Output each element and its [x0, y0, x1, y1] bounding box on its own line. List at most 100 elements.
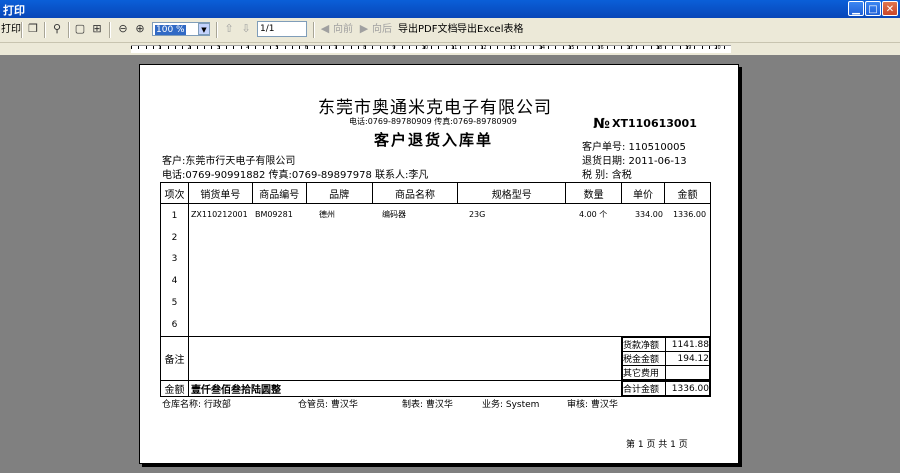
arrow-up-icon[interactable]: ⇧: [222, 22, 236, 36]
brand: 德州: [318, 210, 335, 219]
ruler-number: 3: [216, 45, 220, 51]
export-pdf-button[interactable]: 导出PDF文档: [398, 22, 457, 38]
ruler-tick: [665, 46, 667, 49]
ruler-tick: [240, 46, 242, 49]
ruler-number: 9: [392, 45, 396, 51]
amount: 1336.00: [672, 210, 707, 219]
ruler-tick: [167, 46, 169, 49]
summary-line: 其它费用: [622, 365, 711, 381]
ruler-tick: [474, 46, 476, 49]
ruler-tick: [518, 46, 520, 49]
ruler-tick: [372, 46, 374, 49]
forward-arrow-icon[interactable]: ▶: [357, 22, 371, 36]
ruler-tick: [650, 46, 652, 49]
ruler-number: 16: [597, 45, 604, 51]
ruler-number: 19: [685, 45, 692, 51]
ruler-tick: [350, 46, 352, 49]
ruler-tick: [489, 46, 491, 49]
ruler-tick: [174, 46, 176, 49]
ruler-tick: [460, 46, 462, 49]
ruler-number: 7: [333, 45, 338, 51]
multi-page-icon[interactable]: ⊞: [90, 22, 104, 36]
ruler-tick: [401, 46, 403, 49]
close-button[interactable]: ✕: [882, 1, 898, 16]
ruler-number: 5: [275, 45, 279, 51]
print-button[interactable]: 打印: [1, 22, 21, 38]
ruler-tick: [562, 46, 564, 49]
row-no: 6: [171, 319, 178, 330]
row-no: 1: [171, 211, 178, 221]
row-area: ZX110212001 BM09281 德州 编码器 23G 4.00 个 33…: [187, 202, 712, 338]
ruler-tick: [416, 46, 418, 49]
zoom-in-icon[interactable]: ⊕: [133, 22, 147, 36]
summary-label: 货款净额: [622, 337, 666, 353]
item-name: 编码器: [381, 210, 406, 219]
ruler-tick: [438, 46, 440, 49]
arrow-down-icon[interactable]: ⇩: [239, 22, 253, 36]
ruler-tick: [672, 46, 674, 49]
header-cell: 单价: [621, 182, 665, 204]
number-symbol: №: [593, 116, 610, 132]
ruler-number: 14: [538, 45, 546, 51]
row-no: 2: [171, 232, 178, 243]
ruler-number: 2: [187, 45, 191, 51]
ruler-tick: [591, 46, 593, 49]
back-arrow-icon[interactable]: ◀: [318, 22, 332, 36]
export-excel-button[interactable]: 导出Excel表格: [457, 22, 524, 38]
sales-no: ZX110212001: [190, 210, 248, 219]
table-body: 1 2 3 4 5 6 ZX110212001 BM09281 德州 编码器 2…: [160, 202, 712, 338]
ruler-number: 11: [450, 45, 458, 51]
ruler-tick: [723, 46, 725, 49]
summary-line: 税金金额 194.12: [622, 351, 711, 367]
ruler-tick: [694, 46, 696, 49]
ruler-tick: [709, 46, 711, 49]
maximize-button[interactable]: □: [865, 1, 881, 16]
summary-value: 194.12: [664, 351, 711, 367]
header-cell: 数量: [565, 182, 623, 204]
ruler-tick: [533, 46, 535, 49]
ruler-tick: [262, 46, 264, 49]
quantity: 4.00 个: [578, 210, 608, 219]
next-button[interactable]: 向后: [372, 22, 392, 38]
summary-label: 其它费用: [622, 365, 666, 381]
header-cell: 商品编号: [251, 182, 307, 204]
binoculars-icon[interactable]: ⚲: [50, 22, 64, 36]
unit-price: 334.00: [634, 210, 663, 219]
ruler-tick: [548, 46, 550, 49]
single-page-icon[interactable]: ▢: [73, 22, 87, 36]
copy-icon[interactable]: ❐: [26, 22, 40, 36]
minimize-button[interactable]: ▁: [848, 1, 864, 16]
ruler-tick: [357, 46, 359, 49]
ruler-tick: [196, 46, 198, 49]
customer-name: 客户:东莞市行天电子有限公司: [162, 156, 296, 167]
ruler-tick: [182, 46, 184, 49]
items-table: 项次 销货单号 商品编号 品牌 商品名称 规格型号 数量 单价 金额 1 2 3…: [160, 182, 712, 398]
page-input[interactable]: 1/1: [257, 21, 307, 37]
summary-label: 税金金额: [622, 351, 666, 367]
ruler-tick: [445, 46, 447, 49]
company-contact: 电话:0769-89780909 传真:0769-89780909: [349, 117, 517, 126]
prev-button[interactable]: 向前: [333, 22, 353, 38]
ruler-tick: [679, 46, 681, 49]
header-cell: 品牌: [305, 182, 373, 204]
summary-label: 合计金额: [622, 381, 666, 397]
ruler-number: 6: [304, 45, 308, 51]
ruler-scale: 1 2 3 4 5 6 7 8 9 10 11 12 13 14 15 16 17 18 19 20: [131, 45, 731, 53]
warehouse-keeper: 仓管员: 曹汉华: [298, 400, 358, 410]
chevron-down-icon[interactable]: ▼: [198, 23, 210, 35]
row-no: 3: [171, 254, 178, 265]
remark-label: 备注: [160, 336, 189, 382]
ruler-number: 10: [421, 45, 429, 51]
amount-row: 金额 壹仟叁佰叁拾陆圆整 合计金额 1336.00: [160, 380, 711, 398]
ruler-number: 17: [626, 45, 633, 51]
ruler-tick: [321, 46, 323, 49]
ruler-number: 8: [363, 45, 367, 51]
zoom-out-icon[interactable]: ⊖: [116, 22, 130, 36]
spec: 23G: [468, 210, 486, 219]
toolbar-separator: [68, 22, 70, 38]
summary-table: 货款净额 1141.88 税金金额 194.12 其它费用: [622, 337, 711, 381]
row-no: 4: [171, 276, 178, 287]
ruler-tick: [328, 46, 330, 49]
toolbar-separator: [21, 22, 23, 38]
summary-row: 备注 货款净额 1141.88 税金金额 194.12 其它费用: [160, 336, 711, 382]
